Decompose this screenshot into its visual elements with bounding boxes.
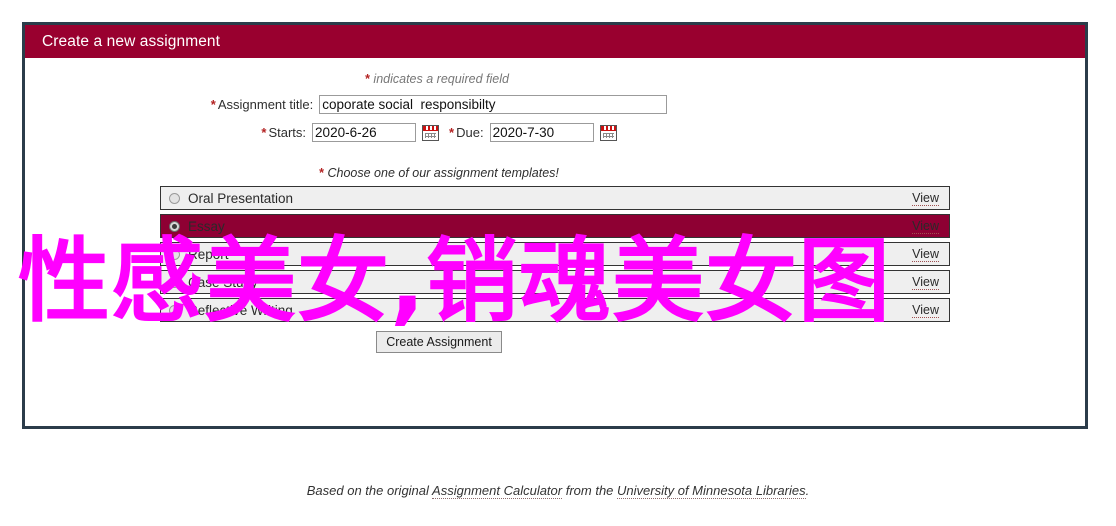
footer-prefix: Based on the original	[306, 483, 433, 498]
template-view-link[interactable]: View	[912, 275, 939, 290]
calendar-icon-tab	[603, 125, 606, 130]
template-row[interactable]: Reflective Writing View	[160, 298, 950, 322]
template-view-link[interactable]: View	[912, 191, 939, 206]
template-label: Report	[188, 246, 229, 262]
required-note-text: indicates a required field	[373, 72, 509, 86]
calendar-icon-tab	[430, 125, 433, 130]
assignment-calculator-link[interactable]: Assignment Calculator	[432, 483, 563, 499]
templates-note-text: Choose one of our assignment templates!	[327, 166, 559, 180]
umn-libraries-link[interactable]: University of Minnesota Libraries	[617, 483, 806, 499]
calendar-icon-grid	[425, 132, 437, 138]
starts-date-input[interactable]	[312, 123, 417, 142]
calendar-icon-tab	[426, 125, 429, 130]
required-asterisk: *	[365, 72, 370, 86]
template-label: Essay	[188, 218, 225, 234]
calendar-icon-tab	[611, 125, 614, 130]
footer-suffix: .	[805, 483, 810, 498]
template-radio-4[interactable]	[169, 304, 180, 316]
create-assignment-panel: Create a new assignment * indicates a re…	[22, 22, 1088, 429]
panel-body: * indicates a required field * Assignment…	[25, 58, 1085, 426]
due-label-text: Due:	[456, 125, 484, 140]
footer-middle: from the	[562, 483, 618, 498]
calendar-icon-tab	[434, 125, 437, 130]
template-row[interactable]: Report View	[160, 242, 950, 266]
assignment-title-label-text: Assignment title:	[217, 97, 314, 112]
template-radio-3[interactable]	[169, 276, 180, 288]
assignment-title-input[interactable]	[319, 95, 668, 114]
required-asterisk: *	[210, 97, 216, 112]
required-field-note: * indicates a required field	[25, 58, 1085, 86]
template-radio-0[interactable]	[169, 192, 180, 204]
starts-label-text: Starts:	[268, 125, 307, 140]
calendar-icon-tab	[607, 125, 610, 130]
assignment-dates-row: *Starts: *Due:	[25, 123, 1085, 142]
required-asterisk: *	[261, 125, 267, 140]
templates-note: * Choose one of our assignment templates…	[25, 166, 1085, 180]
due-date-input[interactable]	[489, 123, 594, 142]
template-view-link[interactable]: View	[912, 219, 939, 234]
required-asterisk: *	[319, 166, 324, 180]
create-assignment-button[interactable]: Create Assignment	[376, 331, 502, 353]
submit-row: Create Assignment	[25, 331, 1085, 353]
template-view-link[interactable]: View	[912, 303, 939, 318]
template-radio-1[interactable]	[169, 220, 180, 232]
template-radio-2[interactable]	[169, 248, 180, 260]
panel-header: Create a new assignment	[25, 25, 1085, 58]
calendar-icon-grid	[602, 132, 614, 138]
assignment-title-row: * Assignment title:	[25, 95, 1085, 114]
template-row[interactable]: Oral Presentation View	[160, 186, 950, 210]
assignment-title-label: * Assignment title:	[211, 97, 313, 112]
required-asterisk: *	[449, 125, 455, 140]
template-view-link[interactable]: View	[912, 247, 939, 262]
page-title: Create a new assignment	[42, 32, 221, 50]
page-footer: Based on the original Assignment Calcula…	[0, 483, 1116, 499]
starts-label: * Starts:	[261, 125, 306, 140]
calendar-icon-starts[interactable]	[422, 124, 440, 141]
template-label: Case Study	[188, 274, 258, 290]
template-row[interactable]: Case Study View	[160, 270, 950, 294]
template-label: Oral Presentation	[188, 190, 294, 206]
calendar-icon-due[interactable]	[599, 124, 617, 141]
template-row[interactable]: Essay View	[160, 214, 950, 238]
due-label: * Due:	[449, 125, 484, 140]
template-list: Oral Presentation View Essay View Report View…	[160, 186, 950, 322]
template-label: Reflective Writing	[188, 302, 293, 318]
